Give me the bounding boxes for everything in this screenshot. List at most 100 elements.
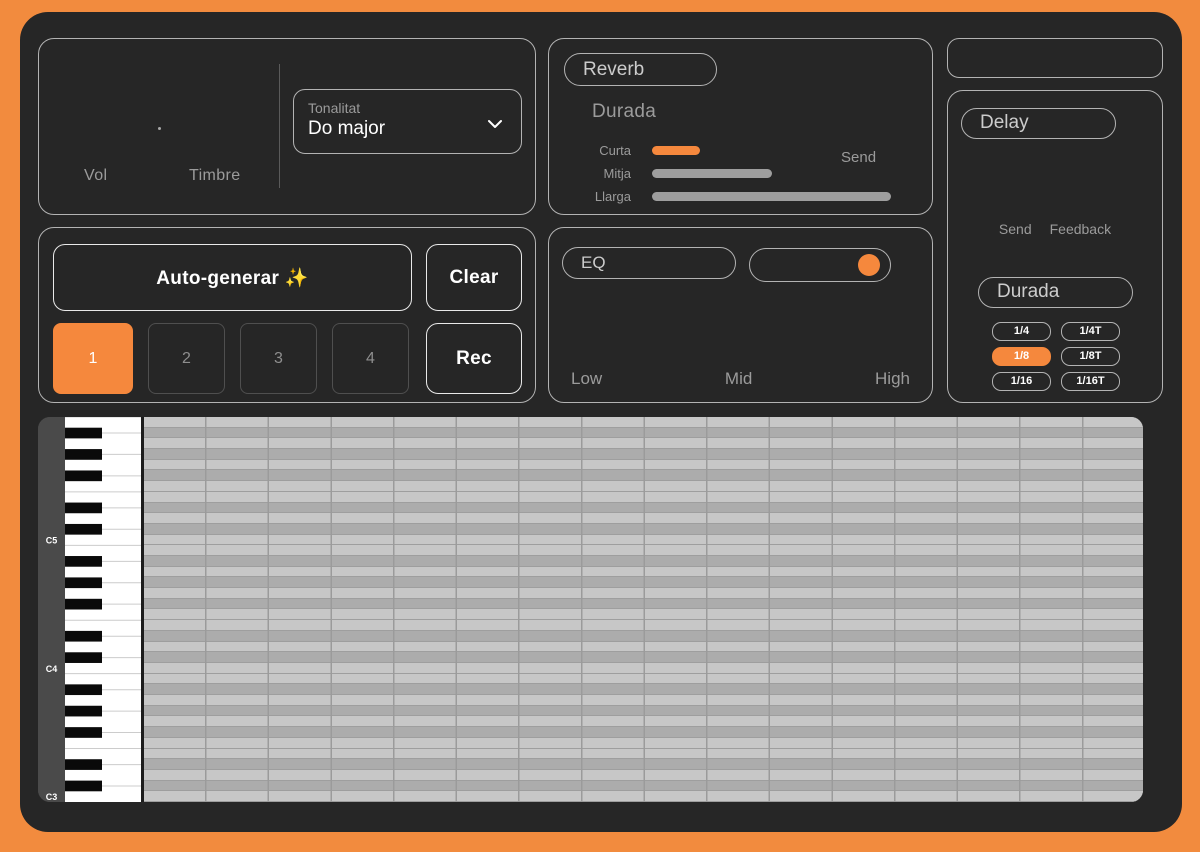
piano-roll-row[interactable] [144,470,1143,481]
tonalitat-dropdown[interactable]: Tonalitat Do major [293,89,522,154]
toggle-knob [858,254,880,276]
eq-panel: EQ LowMidHigh [548,227,933,403]
octave-label: C4 [46,664,58,674]
piano-roll-row[interactable] [144,599,1143,610]
delay-division-button[interactable]: 1/16T [1061,372,1120,391]
piano-roll-row[interactable] [144,620,1143,631]
timbre-knob-label: Timbre [189,167,241,185]
piano-roll-row[interactable] [144,428,1143,439]
black-key[interactable] [65,631,102,642]
delay-division-button[interactable]: 1/16 [992,372,1051,391]
piano-roll-row[interactable] [144,481,1143,492]
piano-keyboard[interactable]: C5 C4 C3 [38,417,141,802]
reverb-duration-bar[interactable] [652,146,700,155]
delay-panel-title: Delay [961,108,1116,139]
clear-button[interactable]: Clear [426,244,522,311]
piano-roll-row[interactable] [144,417,1143,428]
delay-knob-labels: Send Feedback [948,221,1162,237]
piano-roll-row[interactable] [144,631,1143,642]
piano-roll-row[interactable] [144,770,1143,781]
black-key[interactable] [65,556,102,567]
vol-knob-label: Vol [84,167,107,185]
piano-roll-row[interactable] [144,513,1143,524]
piano-roll-row[interactable] [144,684,1143,695]
black-key[interactable] [65,652,102,663]
piano-roll-row[interactable] [144,663,1143,674]
piano-roll-row[interactable] [144,642,1143,653]
piano-roll: C5 C4 C3 [38,417,1143,802]
black-key[interactable] [65,503,102,514]
piano-roll-row[interactable] [144,674,1143,685]
pattern-slot-button[interactable]: 4 [332,323,409,394]
pattern-slot-button[interactable]: 3 [240,323,317,394]
black-key[interactable] [65,577,102,588]
reverb-slider-label: Mitja [549,166,631,181]
reverb-duration-bar[interactable] [652,192,891,201]
eq-band-knob-label: High [875,369,910,389]
tonalitat-value: Do major [308,118,507,140]
piano-roll-row[interactable] [144,503,1143,514]
piano-roll-row[interactable] [144,706,1143,717]
auto-generate-button[interactable]: Auto-generar ✨ [53,244,412,311]
rec-button[interactable]: Rec [426,323,522,394]
pattern-panel: Auto-generar ✨ Clear 1234 Rec [38,227,536,403]
black-key[interactable] [65,759,102,770]
delay-division-button[interactable]: 1/4 [992,322,1051,341]
piano-roll-row[interactable] [144,588,1143,599]
delay-send-knob-label: Send [999,221,1032,237]
piano-roll-row[interactable] [144,727,1143,738]
black-key[interactable] [65,781,102,792]
piano-roll-row[interactable] [144,492,1143,503]
piano-roll-row[interactable] [144,791,1143,802]
black-key[interactable] [65,727,102,738]
eq-toggle[interactable] [749,248,891,282]
piano-roll-row[interactable] [144,652,1143,663]
divider [279,64,280,188]
piano-roll-row[interactable] [144,759,1143,770]
delay-division-button[interactable]: 1/8T [1061,347,1120,366]
black-key[interactable] [65,599,102,610]
reverb-duration-bar[interactable] [652,169,772,178]
black-key[interactable] [65,449,102,460]
black-key[interactable] [65,524,102,535]
piano-roll-grid [141,417,1143,802]
piano-roll-row[interactable] [144,460,1143,471]
piano-roll-row[interactable] [144,610,1143,621]
delay-division-button[interactable]: 1/4T [1061,322,1120,341]
delay-division-button[interactable]: 1/8 [992,347,1051,366]
octave-label: C5 [46,536,58,546]
piano-roll-row[interactable] [144,545,1143,556]
piano-roll-row[interactable] [144,749,1143,760]
piano-roll-row[interactable] [144,524,1143,535]
piano-roll-row[interactable] [144,716,1143,727]
pattern-slot-row: 1234 [53,323,409,394]
reverb-panel-title: Reverb [564,53,717,86]
piano-roll-row[interactable] [144,695,1143,706]
tone-panel: Vol Timbre Tonalitat Do major [38,38,536,215]
piano-roll-row[interactable] [144,738,1143,749]
piano-roll-row[interactable] [144,449,1143,460]
eq-panel-title: EQ [562,247,736,279]
black-key[interactable] [65,684,102,695]
black-key[interactable] [65,470,102,481]
reverb-panel: Reverb Durada CurtaMitjaLlarga Send [548,38,933,215]
pattern-slot-button[interactable]: 1 [53,323,133,394]
eq-band-labels: LowMidHigh [571,369,910,389]
piano-roll-row[interactable] [144,781,1143,792]
tonalitat-label: Tonalitat [308,100,507,116]
piano-roll-row[interactable] [144,556,1143,567]
app-window: Vol Timbre Tonalitat Do major Reverb Dur… [20,12,1182,832]
pattern-slot-button[interactable]: 2 [148,323,225,394]
delay-division-grid: 1/4 1/4T 1/8 1/8T 1/16 1/16T [992,322,1120,391]
black-key[interactable] [65,428,102,439]
reverb-slider-row: Llarga [549,185,932,208]
reverb-slider-label: Llarga [549,189,631,204]
piano-roll-row[interactable] [144,577,1143,588]
eq-band-knob-label: Low [571,369,602,389]
piano-roll-row[interactable] [144,567,1143,578]
piano-roll-row[interactable] [144,438,1143,449]
octave-label: C3 [46,792,58,802]
reverb-durada-label: Durada [592,101,656,123]
piano-roll-row[interactable] [144,535,1143,546]
black-key[interactable] [65,706,102,717]
